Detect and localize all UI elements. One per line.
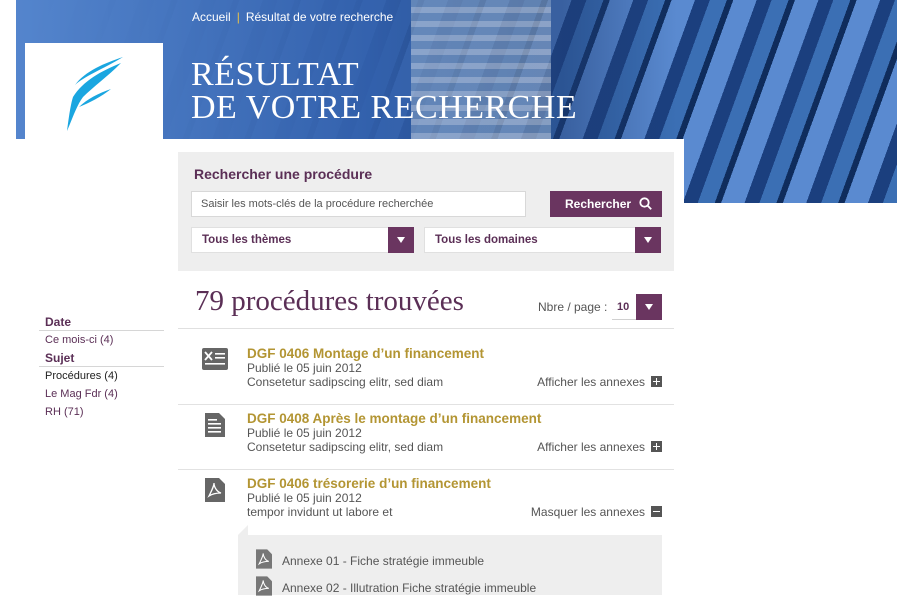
word-doc-icon	[205, 413, 225, 437]
filters-sidebar: Date Ce mois-ci (4) Sujet Procédures (4)…	[39, 313, 164, 421]
show-annexes-toggle[interactable]: Afficher les annexes	[537, 375, 662, 389]
plus-icon	[651, 441, 662, 452]
annex-link[interactable]: Annexe 01 - Fiche stratégie immeuble	[256, 549, 484, 569]
filter-heading-date: Date	[39, 313, 164, 331]
page-title: RÉSULTAT DE VOTRE RECHERCHE	[191, 56, 578, 126]
chevron-down-icon[interactable]	[636, 294, 662, 320]
filter-item-procedures[interactable]: Procédures (4)	[39, 367, 164, 385]
divider	[178, 328, 674, 329]
breadcrumb-home-link[interactable]: Accueil	[192, 10, 231, 24]
domains-select[interactable]: Tous les domaines	[424, 227, 661, 253]
plus-icon	[651, 376, 662, 387]
filter-item-rh[interactable]: RH (71)	[39, 403, 164, 421]
result-title-link[interactable]: DGF 0406 Montage d’un financement	[247, 346, 484, 361]
result-title-link[interactable]: DGF 0408 Après le montage d’un financeme…	[247, 411, 541, 426]
search-title: Rechercher une procédure	[194, 166, 373, 182]
search-input[interactable]: Saisir les mots-clés de la procédure rec…	[191, 191, 526, 217]
per-page-select[interactable]: 10	[612, 294, 662, 320]
excel-doc-icon	[202, 348, 228, 370]
search-panel: Rechercher une procédure Saisir les mots…	[178, 152, 674, 271]
filter-item-mag[interactable]: Le Mag Fdr (4)	[39, 385, 164, 403]
pdf-doc-icon	[205, 478, 225, 502]
chevron-down-icon[interactable]	[388, 227, 414, 253]
result-item: DGF 0406 Montage d’un financement Publié…	[178, 340, 674, 405]
show-annexes-toggle[interactable]: Afficher les annexes	[537, 440, 662, 454]
search-icon	[639, 197, 652, 210]
result-date: Publié le 05 juin 2012	[247, 361, 362, 375]
logo-f-icon	[67, 57, 123, 131]
site-logo[interactable]	[25, 43, 163, 139]
breadcrumb: Accueil | Résultat de votre recherche	[192, 10, 394, 24]
result-item: DGF 0408 Après le montage d’un financeme…	[178, 405, 674, 470]
filter-item-this-month[interactable]: Ce mois-ci (4)	[39, 331, 164, 349]
results-count: 79 procédures trouvées	[195, 285, 464, 317]
chevron-down-icon[interactable]	[635, 227, 661, 253]
pdf-icon	[256, 576, 272, 596]
result-description: Consetetur sadipscing elitr, sed diam	[247, 440, 444, 454]
search-button[interactable]: Rechercher	[550, 191, 662, 217]
result-date: Publié le 05 juin 2012	[247, 491, 362, 505]
annexes-panel: Annexe 01 - Fiche stratégie immeuble Ann…	[238, 535, 662, 596]
filter-heading-subject: Sujet	[39, 349, 164, 367]
pdf-icon	[256, 549, 272, 569]
themes-select[interactable]: Tous les thèmes	[191, 227, 414, 253]
breadcrumb-current: Résultat de votre recherche	[245, 10, 394, 24]
annex-link[interactable]: Annexe 02 - Illutration Fiche stratégie …	[256, 576, 536, 596]
hide-annexes-toggle[interactable]: Masquer les annexes	[531, 505, 662, 519]
result-description: tempor invidunt ut labore et	[247, 505, 393, 519]
result-title-link[interactable]: DGF 0406 trésorerie d’un financement	[247, 476, 491, 491]
result-date: Publié le 05 juin 2012	[247, 426, 362, 440]
per-page-label: Nbre / page :	[538, 300, 608, 314]
minus-icon	[651, 506, 662, 517]
result-item: DGF 0406 trésorerie d’un financement Pub…	[178, 470, 674, 535]
result-description: Consetetur sadipscing elitr, sed diam	[247, 375, 444, 389]
